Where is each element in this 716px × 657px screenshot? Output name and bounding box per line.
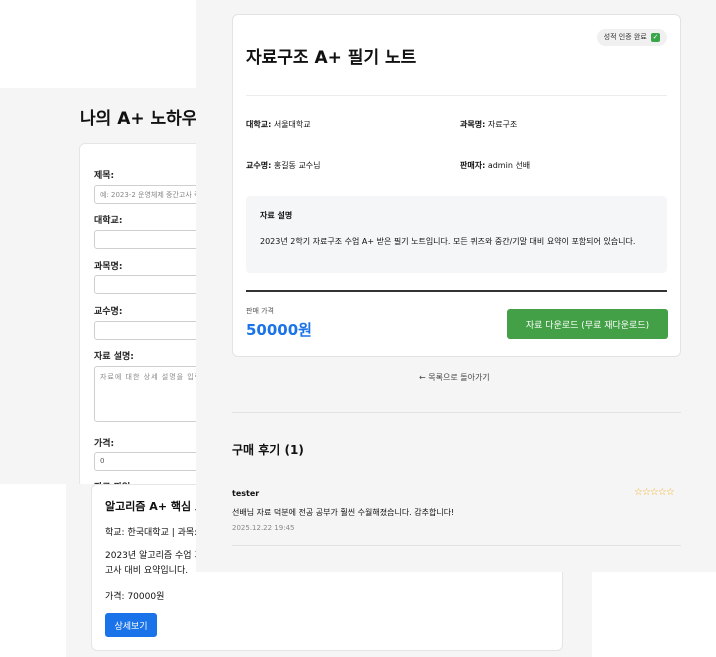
divider: [246, 95, 667, 96]
professor-info-value: 홍길동 교수님: [273, 161, 321, 170]
detail-button[interactable]: 상세보기: [105, 613, 157, 637]
sale-price-label: 판매 가격: [246, 307, 274, 315]
review-text: 선배님 자료 덕분에 전공 공부가 훨씬 수월해졌습니다. 감추합니다!: [232, 508, 455, 517]
university-info-label: 대학교:: [246, 120, 272, 129]
verified-badge: 성적 인증 완료 ✓: [596, 29, 667, 46]
review-divider: [232, 545, 681, 546]
university-label: 대학교:: [94, 216, 123, 226]
seller-info-label: 판매자:: [460, 161, 486, 170]
verified-badge-label: 성적 인증 완료: [603, 33, 647, 41]
back-to-list-link[interactable]: ← 목록으로 돌아가기: [419, 372, 490, 383]
download-button[interactable]: 자료 다운로드 (무료 재다운로드): [507, 309, 668, 339]
description-label: 자료 설명:: [94, 352, 134, 362]
university-info-value: 서울대학교: [273, 120, 311, 129]
seller-info: 판매자: admin 선배: [460, 160, 530, 171]
sale-price: 50000원: [246, 321, 312, 339]
detail-card: 성적 인증 완료 ✓ 자료구조 A+ 필기 노트 대학교: 서울대학교 과목명:…: [232, 14, 681, 357]
course-label: 과목명:: [94, 262, 123, 272]
detail-title: 자료구조 A+ 필기 노트: [246, 48, 417, 68]
description-text: 2023년 2학기 자료구조 수업 A+ 받은 필기 노트입니다. 모든 퀴즈와…: [260, 237, 636, 246]
price-label: 가격:: [94, 439, 115, 449]
material-price: 가격: 70000원: [105, 592, 165, 602]
check-icon: ✓: [651, 32, 660, 42]
university-info: 대학교: 서울대학교: [246, 119, 311, 130]
review-date: 2025.12.22 19:45: [232, 524, 295, 532]
professor-info: 교수명: 홍길동 교수님: [246, 160, 321, 171]
course-info: 과목명: 자료구조: [460, 119, 517, 130]
course-info-label: 과목명:: [460, 120, 486, 129]
form-page-title: 나의 A+ 노하우: [80, 109, 198, 129]
review-user: tester: [232, 489, 260, 498]
professor-info-label: 교수명:: [246, 161, 272, 170]
material-meta: 학교: 한국대학교 | 과목:: [105, 528, 198, 538]
seller-info-value: admin 선배: [487, 161, 531, 170]
professor-label: 교수명:: [94, 307, 123, 317]
review-stars: ☆☆☆☆☆: [634, 487, 675, 498]
reviews-title: 구매 후기 (1): [232, 443, 304, 457]
title-label: 제목:: [94, 171, 115, 181]
description-heading: 자료 설명: [260, 211, 293, 220]
price-divider: [246, 290, 667, 292]
course-info-value: 자료구조: [487, 120, 518, 129]
description-box: 자료 설명 2023년 2학기 자료구조 수업 A+ 받은 필기 노트입니다. …: [246, 196, 667, 273]
section-divider: [232, 412, 681, 413]
